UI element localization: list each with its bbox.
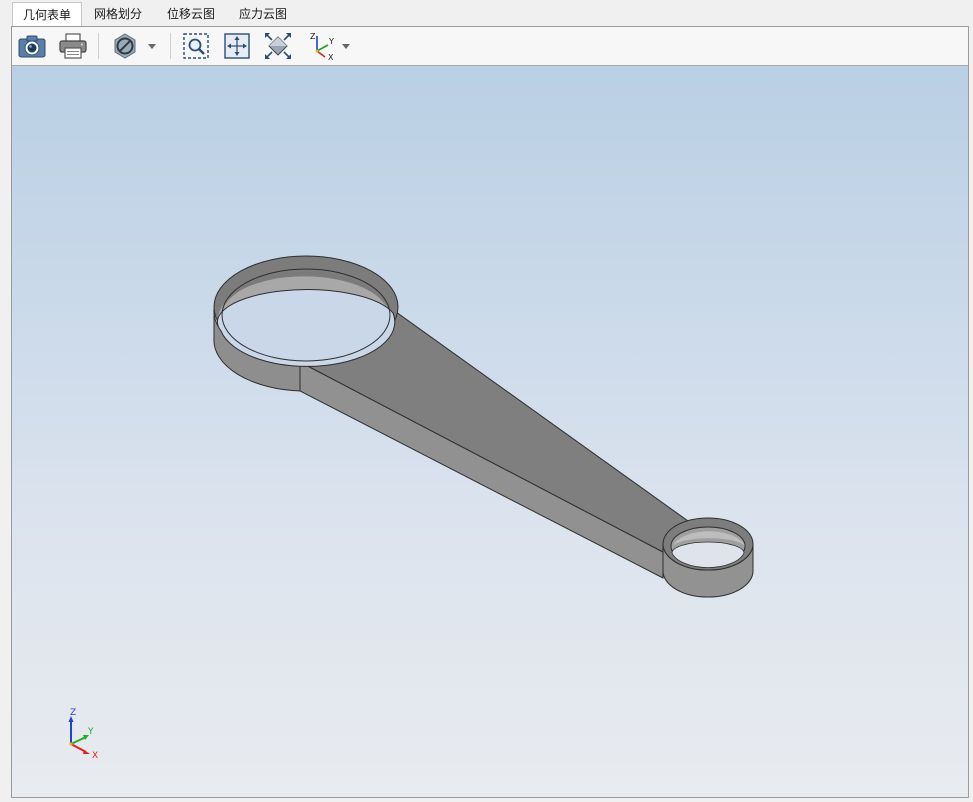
screenshot-button[interactable] (17, 31, 47, 61)
connecting-rod-model[interactable] (12, 66, 968, 797)
tab-displacement-contour[interactable]: 位移云图 (157, 3, 225, 25)
zoom-window-button[interactable] (181, 31, 211, 61)
chevron-down-icon[interactable] (147, 42, 157, 50)
triad-z-label: Z (70, 708, 76, 718)
svg-text:Z: Z (310, 32, 316, 41)
fit-view-button[interactable] (222, 31, 252, 61)
standard-view-button[interactable]: Z Y X (306, 31, 336, 61)
tab-geometry[interactable]: 几何表单 (12, 2, 83, 27)
svg-text:X: X (328, 53, 334, 61)
print-button[interactable] (58, 31, 88, 61)
fit-view-icon (224, 33, 250, 59)
triad-x-label: X (92, 751, 98, 761)
zoom-box-icon (183, 33, 209, 59)
geometry-panel: Z Y X Z Y X (11, 26, 969, 798)
triad-y-label: Y (87, 727, 94, 737)
toolbar-separator (170, 33, 171, 59)
no-display-icon (114, 33, 136, 59)
toolbar-separator (98, 33, 99, 59)
display-mode-button[interactable] (110, 31, 140, 61)
camera-icon (18, 35, 46, 58)
orientation-triad: Z Y X (68, 708, 98, 761)
svg-text:Y: Y (328, 37, 334, 46)
chevron-down-icon[interactable] (341, 42, 351, 50)
tab-bar: 几何表单 网格划分 位移云图 应力云图 (0, 0, 973, 27)
tab-meshing[interactable]: 网格划分 (84, 3, 152, 25)
tab-stress-contour[interactable]: 应力云图 (229, 3, 297, 25)
print-icon (59, 33, 87, 59)
zoom-extents-icon (265, 33, 291, 59)
viewer-toolbar: Z Y X (12, 27, 968, 66)
zoom-extents-button[interactable] (263, 31, 293, 61)
axis-view-icon: Z Y X (310, 32, 334, 61)
3d-viewport[interactable]: Z Y X (12, 66, 968, 797)
